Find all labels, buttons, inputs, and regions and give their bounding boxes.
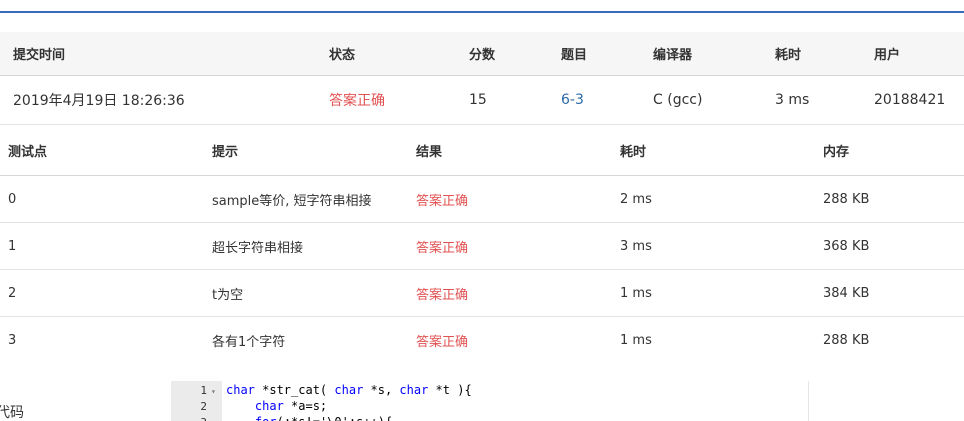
header-submit-time: 提交时间 — [13, 48, 66, 63]
case-hint: 各有1个字符 — [212, 334, 286, 350]
case-memory: 384 KB — [823, 285, 870, 301]
submission-table: 提交时间 状态 分数 题目 编译器 耗时 用户 2019年4月19日 18:26… — [0, 32, 964, 125]
case-result: 答案正确 — [416, 334, 469, 350]
case-hint: sample等价, 短字符串相接 — [212, 193, 372, 209]
case-time: 1 ms — [620, 285, 652, 301]
test-case-row: 3 各有1个字符 答案正确 1 ms 288 KB — [0, 317, 964, 363]
fold-arrow-icon[interactable]: ▾ — [211, 384, 216, 400]
case-hint: t为空 — [212, 287, 244, 303]
case-time: 2 ms — [620, 191, 652, 207]
case-result: 答案正确 — [416, 240, 469, 256]
line-number: 1 — [200, 384, 207, 397]
case-memory: 288 KB — [823, 332, 870, 348]
header-case-time: 耗时 — [620, 144, 647, 160]
case-result: 答案正确 — [416, 193, 469, 209]
case-result: 答案正确 — [416, 287, 469, 303]
header-hint: 提示 — [212, 144, 239, 160]
header-case-id: 测试点 — [8, 144, 48, 160]
header-problem: 题目 — [561, 48, 588, 63]
header-result: 结果 — [416, 144, 443, 160]
code-line: char *str_cat( char *s, char *t ){ — [226, 383, 472, 397]
case-time: 3 ms — [620, 238, 652, 254]
line-number: 2 — [200, 400, 207, 413]
header-status: 状态 — [329, 48, 356, 63]
test-case-row: 2 t为空 答案正确 1 ms 384 KB — [0, 270, 964, 317]
code-line: char *a=s; — [254, 399, 328, 413]
code-section-label: 代码 — [0, 405, 24, 421]
header-score: 分数 — [469, 48, 496, 63]
case-id: 0 — [8, 191, 17, 207]
case-id: 3 — [8, 332, 17, 348]
score-value: 15 — [469, 92, 487, 108]
case-id: 1 — [8, 238, 17, 254]
submit-time: 2019年4月19日 18:26:36 — [13, 93, 185, 109]
line-number: 3 — [171, 415, 207, 421]
test-case-header-row: 测试点 提示 结果 耗时 内存 — [0, 125, 964, 176]
test-case-row: 1 超长字符串相接 答案正确 3 ms 368 KB — [0, 223, 964, 270]
case-id: 2 — [8, 285, 17, 301]
submission-row: 2019年4月19日 18:26:36 答案正确 15 6-3 C (gcc) … — [0, 76, 964, 125]
case-memory: 288 KB — [823, 191, 870, 207]
problem-link[interactable]: 6-3 — [561, 76, 584, 124]
test-case-table: 测试点 提示 结果 耗时 内存 0 sample等价, 短字符串相接 答案正确 … — [0, 125, 964, 363]
header-user: 用户 — [874, 48, 901, 63]
submission-detail-page: 提交时间 状态 分数 题目 编译器 耗时 用户 2019年4月19日 18:26… — [0, 0, 964, 421]
header-duration: 耗时 — [775, 48, 802, 63]
test-case-row: 0 sample等价, 短字符串相接 答案正确 2 ms 288 KB — [0, 176, 964, 223]
top-rule — [0, 11, 964, 13]
case-memory: 368 KB — [823, 238, 870, 254]
user-value: 20188421 — [874, 92, 946, 108]
submission-header-row: 提交时间 状态 分数 题目 编译器 耗时 用户 — [0, 32, 964, 76]
header-compiler: 编译器 — [653, 48, 693, 63]
code-editor[interactable]: 1 ▾ char *str_cat( char *s, char *t ){ 2… — [171, 381, 809, 421]
status-accepted: 答案正确 — [329, 93, 385, 109]
duration-value: 3 ms — [775, 92, 810, 108]
header-memory: 内存 — [823, 144, 850, 160]
fold-arrow-icon[interactable]: ▾ — [211, 416, 216, 421]
code-line: for(;*s!='\0';s++){ — [226, 414, 392, 421]
case-time: 1 ms — [620, 332, 652, 348]
compiler-value: C (gcc) — [653, 92, 703, 108]
case-hint: 超长字符串相接 — [212, 240, 304, 256]
